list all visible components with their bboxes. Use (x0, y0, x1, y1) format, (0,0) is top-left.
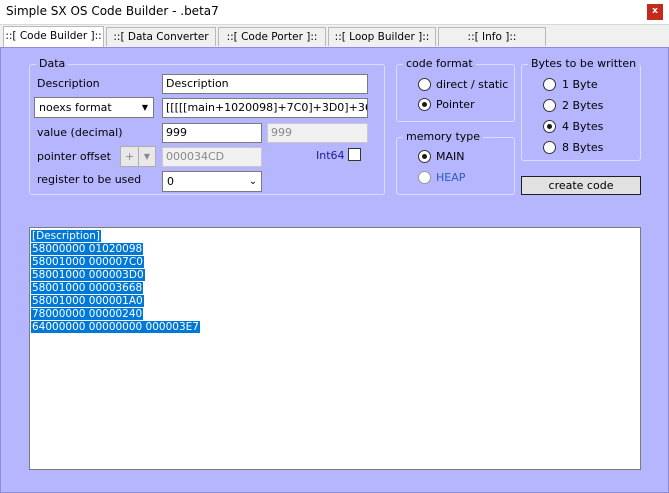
data-group-legend: Data (36, 57, 69, 71)
two-bytes-radio[interactable] (543, 99, 556, 112)
pointer-radio[interactable] (418, 98, 431, 111)
main-label: MAIN (436, 150, 465, 163)
close-button[interactable]: x (647, 4, 663, 20)
tab-code-porter[interactable]: ::[ Code Porter ]:: (218, 27, 326, 46)
description-input[interactable]: Description (162, 74, 368, 94)
int64-checkbox[interactable] (348, 148, 361, 161)
output-line: 64000000 00000000 000003E7 (31, 321, 200, 333)
four-bytes-label: 4 Bytes (562, 120, 604, 133)
heap-label: HEAP (436, 171, 466, 184)
pointer-sign-select[interactable]: + ▼ (120, 146, 156, 167)
description-label: Description (37, 77, 100, 90)
pointer-offset-input: 000034CD (162, 147, 262, 167)
output-line: 78000000 00000240 (31, 308, 144, 320)
output-line: 58001000 000001A0 (31, 295, 144, 307)
code-output-textarea[interactable]: [Description] 58000000 01020098 58001000… (29, 227, 641, 470)
main-radio[interactable] (418, 150, 431, 163)
register-select-value: 0 (167, 175, 174, 188)
pointer-expression-input[interactable]: [[[[[main+1020098]+7C0]+3D0]+3668]+1A0] (162, 98, 368, 118)
title-bar: Simple SX OS Code Builder - .beta7 x (0, 0, 669, 25)
register-select[interactable]: 0 ⌄ (162, 171, 262, 192)
output-line: 58000000 01020098 (31, 243, 144, 255)
direct-static-label: direct / static (436, 78, 509, 91)
tab-info[interactable]: ::[ Info ]:: (438, 27, 546, 46)
format-select-value: noexs format (39, 101, 112, 114)
window-title: Simple SX OS Code Builder - .beta7 (6, 4, 219, 18)
tab-data-converter[interactable]: ::[ Data Converter ]:: (106, 27, 216, 61)
two-bytes-label: 2 Bytes (562, 99, 604, 112)
value-readonly-field: 999 (267, 123, 368, 143)
four-bytes-radio[interactable] (543, 120, 556, 133)
one-byte-radio[interactable] (543, 78, 556, 91)
pointer-label: Pointer (436, 98, 475, 111)
output-line: 58001000 000003D0 (31, 269, 145, 281)
tab-loop-builder[interactable]: ::[ Loop Builder ]:: (328, 27, 436, 46)
pointer-sign-value: + (125, 150, 135, 163)
int64-label: Int64 (316, 149, 345, 162)
chevron-down-icon: ▼ (138, 147, 155, 166)
memory-type-legend: memory type (403, 130, 484, 144)
pointer-offset-label: pointer offset (37, 150, 111, 163)
value-input[interactable]: 999 (162, 123, 262, 143)
heap-radio[interactable] (418, 171, 431, 184)
output-line: 58001000 000007C0 (31, 256, 144, 268)
bytes-group-legend: Bytes to be written (528, 57, 640, 71)
eight-bytes-radio[interactable] (543, 141, 556, 154)
eight-bytes-label: 8 Bytes (562, 141, 604, 154)
one-byte-label: 1 Byte (562, 78, 598, 91)
chevron-down-icon: ⌄ (248, 176, 258, 187)
chevron-down-icon: ▼ (141, 103, 149, 112)
create-code-button[interactable]: create code (521, 176, 641, 195)
direct-static-radio[interactable] (418, 78, 431, 91)
output-line: [Description] (31, 230, 101, 242)
register-label: register to be used (37, 173, 142, 186)
format-select[interactable]: noexs format ▼ (34, 97, 154, 118)
code-format-legend: code format (403, 57, 476, 71)
tab-code-builder[interactable]: ::[ Code Builder ]:: (3, 26, 104, 47)
code-format-group: code format (396, 57, 515, 122)
tab-strip: ::[ Code Builder ]:: ::[ Data Converter … (0, 25, 669, 61)
memory-type-group: memory type (396, 130, 515, 195)
value-label: value (decimal) (37, 126, 123, 139)
output-line: 58001000 00003668 (31, 282, 144, 294)
